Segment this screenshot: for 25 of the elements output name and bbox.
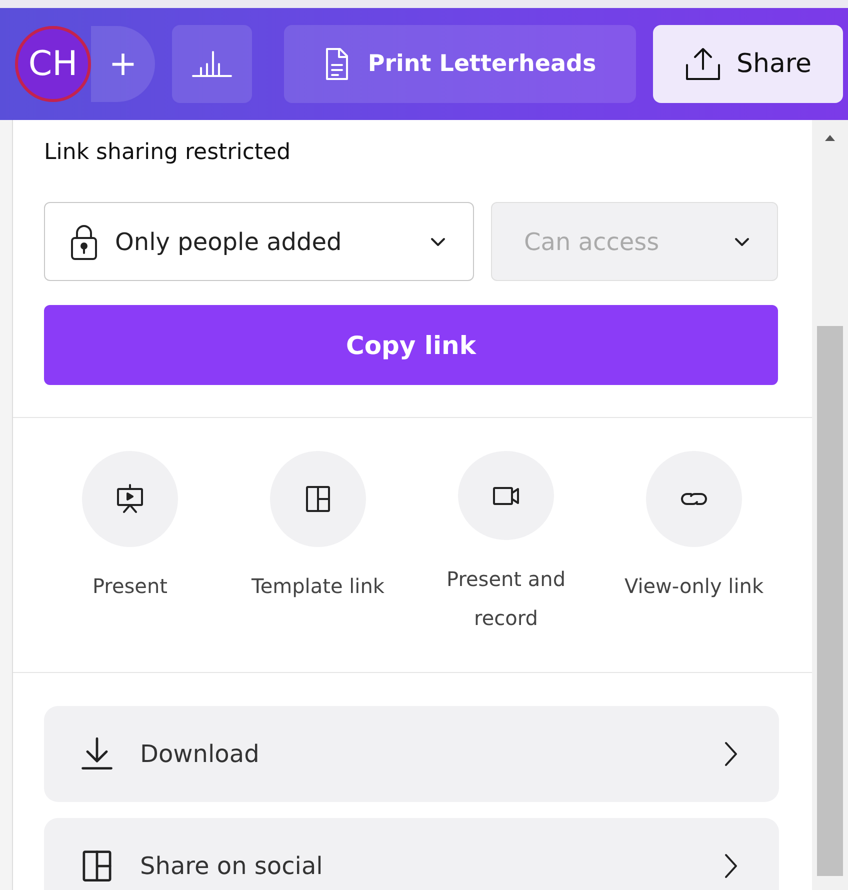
presentation-icon bbox=[114, 483, 146, 515]
action-button[interactable]: View-only link bbox=[600, 451, 788, 638]
menu-row[interactable]: Download bbox=[44, 706, 779, 802]
document-icon bbox=[324, 47, 350, 81]
scrollbar-thumb[interactable] bbox=[817, 326, 843, 876]
scrollbar[interactable] bbox=[812, 120, 848, 890]
action-button[interactable]: Template link bbox=[224, 451, 412, 638]
chevron-down-icon bbox=[733, 236, 751, 248]
action-button[interactable]: Present and record bbox=[412, 451, 600, 638]
add-button[interactable]: + bbox=[91, 26, 155, 102]
upload-icon bbox=[684, 47, 722, 81]
chevron-right-icon bbox=[723, 740, 739, 768]
action-button[interactable]: Present bbox=[36, 451, 224, 638]
copy-link-button[interactable]: Copy link bbox=[44, 305, 778, 385]
scroll-up-icon[interactable] bbox=[824, 134, 836, 142]
insights-button[interactable] bbox=[172, 25, 252, 103]
section-heading: Link sharing restricted bbox=[44, 140, 292, 167]
bar-chart-icon bbox=[190, 49, 234, 79]
user-avatar[interactable]: CH bbox=[15, 26, 91, 102]
access-dropdown[interactable]: Only people added bbox=[44, 202, 474, 281]
print-button[interactable]: Print Letterheads bbox=[284, 25, 636, 103]
chevron-down-icon bbox=[429, 236, 447, 248]
chevron-right-icon bbox=[723, 852, 739, 880]
share-button[interactable]: Share bbox=[653, 25, 843, 103]
menu-row[interactable]: Share on social bbox=[44, 818, 779, 890]
